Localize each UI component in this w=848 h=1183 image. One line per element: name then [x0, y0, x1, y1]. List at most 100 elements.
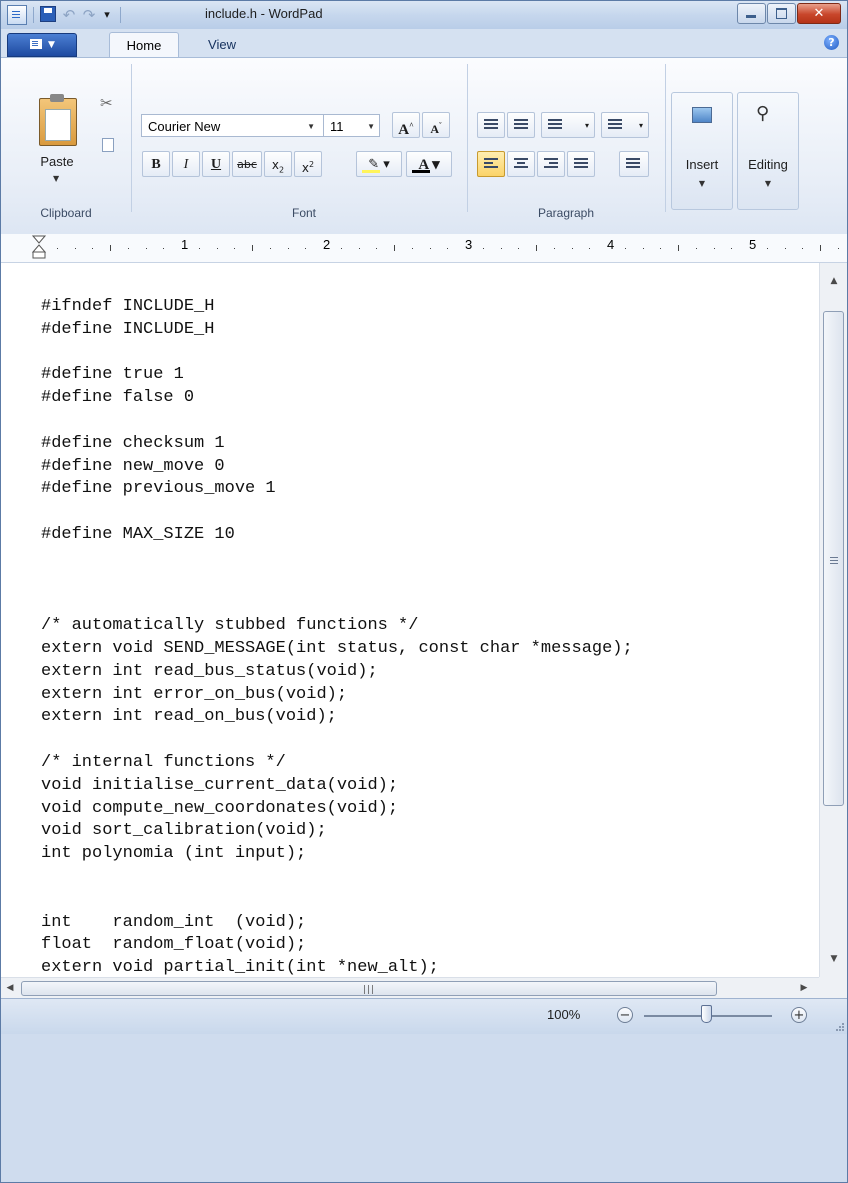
shrink-font-button[interactable]: Aˇ: [422, 112, 450, 138]
align-right-button[interactable]: [537, 151, 565, 177]
application-menu-button[interactable]: ▼: [7, 33, 77, 57]
editing-button[interactable]: ⚲ Editing ▼: [737, 92, 799, 210]
quick-access-toolbar: ↶ ↷ ▾: [7, 5, 125, 25]
scroll-down-icon[interactable]: ▼: [820, 949, 847, 969]
grow-font-button[interactable]: A^: [392, 112, 420, 138]
code-line: extern int error_on_bus(void);: [41, 684, 348, 704]
code-line: float random_float(void);: [41, 935, 307, 955]
toolbar-separator: [33, 7, 34, 23]
vertical-scroll-thumb[interactable]: [823, 311, 844, 806]
strikethrough-button[interactable]: abc: [232, 151, 262, 177]
bullet-list-button[interactable]: ▾: [541, 112, 595, 138]
copy-icon[interactable]: [102, 138, 114, 152]
horizontal-scrollbar[interactable]: ◀ ||| ▶: [1, 977, 819, 999]
bullet-list-icon: [548, 119, 562, 131]
decrease-indent-button[interactable]: [477, 112, 505, 138]
align-left-button[interactable]: [477, 151, 505, 177]
chevron-down-icon: ▼: [367, 122, 375, 131]
tab-home[interactable]: Home: [109, 32, 179, 58]
paragraph-settings-button[interactable]: [619, 151, 649, 177]
underline-button[interactable]: U: [202, 151, 230, 177]
vertical-scrollbar[interactable]: ▲ ▼: [819, 263, 847, 977]
scroll-right-icon[interactable]: ▶: [795, 978, 813, 998]
subscript-button[interactable]: x2: [264, 151, 292, 177]
increase-indent-icon: [514, 119, 528, 131]
zoom-slider-thumb[interactable]: [701, 1005, 712, 1023]
ruler-tick: [128, 248, 129, 249]
help-icon[interactable]: ?: [824, 35, 839, 50]
highlight-color-button[interactable]: ✎ ▾: [356, 151, 402, 177]
ruler-tick: [447, 248, 448, 249]
increase-indent-button[interactable]: [507, 112, 535, 138]
paste-icon[interactable]: [39, 98, 77, 146]
ruler-tick: [572, 248, 573, 249]
ruler-number: 4: [607, 237, 615, 252]
document-text: #ifndef INCLUDE_H #define INCLUDE_H #defin…: [1, 296, 633, 977]
ruler-tick: [234, 248, 235, 249]
ruler-tick: [217, 248, 218, 249]
group-separator: [467, 64, 468, 212]
save-button[interactable]: [40, 6, 58, 24]
ruler-tick: [146, 248, 147, 249]
close-icon: ✕: [813, 6, 825, 21]
chevron-down-icon: ▼: [764, 179, 772, 188]
horizontal-scroll-thumb[interactable]: |||: [21, 981, 717, 996]
chevron-down-icon: ▼: [48, 40, 55, 50]
redo-icon[interactable]: ↷: [80, 6, 98, 24]
ruler-tick: [696, 248, 697, 249]
indent-marker-icon[interactable]: [32, 235, 46, 259]
zoom-level: 100%: [547, 1007, 581, 1022]
paste-dropdown-icon[interactable]: ▼: [53, 174, 59, 183]
insert-button[interactable]: Insert ▼: [671, 92, 733, 210]
italic-button[interactable]: I: [172, 151, 200, 177]
wordpad-icon[interactable]: [7, 5, 27, 25]
justify-icon: [574, 158, 588, 170]
undo-icon[interactable]: ↶: [60, 6, 78, 24]
code-line: #define previous_move 1: [41, 479, 276, 499]
align-center-button[interactable]: [507, 151, 535, 177]
font-size-value: 11: [330, 119, 344, 134]
code-line: int random_int (void);: [41, 912, 307, 932]
editing-label: Editing: [748, 157, 788, 172]
scroll-up-icon[interactable]: ▲: [820, 271, 847, 291]
tab-view[interactable]: View: [197, 32, 247, 57]
ruler-tick: [270, 248, 271, 249]
title-bar: ↶ ↷ ▾ include.h - WordPad ✕: [1, 1, 847, 29]
font-size-select[interactable]: 11 ▼: [323, 114, 380, 137]
code-line: /* automatically stubbed functions */: [41, 616, 419, 636]
minimize-button[interactable]: [737, 3, 766, 24]
bold-button[interactable]: B: [142, 151, 170, 177]
maximize-button[interactable]: [767, 3, 796, 24]
document-area[interactable]: #ifndef INCLUDE_H #define INCLUDE_H #defin…: [1, 263, 819, 977]
code-line: extern int read_bus_status(void);: [41, 661, 378, 681]
code-line: #define false 0: [41, 388, 195, 408]
text-color-button[interactable]: A ▾: [406, 151, 452, 177]
zoom-in-button[interactable]: +: [791, 1007, 807, 1023]
grip-icon: |||: [363, 985, 376, 995]
line-spacing-button[interactable]: ▾: [601, 112, 649, 138]
code-line: extern void SEND_MESSAGE(int status, con…: [41, 638, 633, 658]
ruler-tick: [394, 245, 395, 251]
justify-button[interactable]: [567, 151, 595, 177]
cut-icon[interactable]: ✂: [100, 94, 113, 112]
ruler-tick: [341, 248, 342, 249]
zoom-out-button[interactable]: −: [617, 1007, 633, 1023]
scroll-left-icon[interactable]: ◀: [1, 978, 19, 998]
text-color-swatch: [412, 170, 430, 173]
customize-dropdown-icon[interactable]: ▾: [100, 6, 114, 24]
superscript-button[interactable]: x2: [294, 151, 322, 177]
resize-grip-icon[interactable]: [835, 1022, 845, 1032]
close-button[interactable]: ✕: [797, 3, 841, 24]
align-right-icon: [544, 158, 558, 170]
paragraph-icon: [626, 158, 640, 170]
ruler-tick: [288, 248, 289, 249]
paste-button[interactable]: Paste: [29, 154, 85, 169]
chevron-down-icon: ▼: [307, 122, 315, 131]
window-title: include.h - WordPad: [205, 6, 323, 21]
